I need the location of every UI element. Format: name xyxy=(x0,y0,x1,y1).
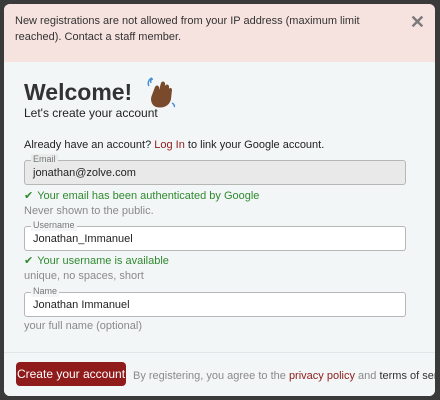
check-icon: ✔ xyxy=(24,255,34,267)
email-value: jonathan@zolve.com xyxy=(33,167,136,179)
page-title: Welcome! xyxy=(24,79,133,105)
email-label: Email xyxy=(31,154,58,165)
ip-limit-alert: New registrations are not allowed from y… xyxy=(4,4,435,62)
name-value: Jonathan Immanuel xyxy=(33,299,130,311)
email-hint: Never shown to the public. xyxy=(24,205,154,217)
terms-and: and xyxy=(358,370,377,382)
name-hint: your full name (optional) xyxy=(24,320,143,332)
check-icon: ✔ xyxy=(24,190,34,202)
terms-notice: By registering, you agree to the privacy… xyxy=(133,370,435,382)
waving-hand-icon xyxy=(147,77,176,108)
username-input[interactable]: Username Jonathan_Immanuel xyxy=(24,220,406,251)
privacy-policy-link[interactable]: privacy policy xyxy=(289,370,355,382)
login-suffix: to link your Google account. xyxy=(187,139,325,151)
email-status: ✔ Your email has been authenticated by Go… xyxy=(24,189,259,202)
page-subtitle: Let's create your account xyxy=(24,106,158,120)
email-field: Email jonathan@zolve.com xyxy=(24,154,406,185)
email-status-text: Your email has been authenticated by Goo… xyxy=(37,190,260,202)
terms-prefix: By registering, you agree to the xyxy=(133,370,286,382)
terms-of-service-link[interactable]: terms of service xyxy=(379,370,435,382)
username-status: ✔ Your username is available xyxy=(24,254,169,267)
login-link[interactable]: Log In xyxy=(154,139,185,151)
signup-dialog: New registrations are not allowed from y… xyxy=(4,4,435,396)
username-status-text: Your username is available xyxy=(37,255,169,267)
create-account-button[interactable]: Create your account xyxy=(16,362,126,386)
login-prefix: Already have an account? xyxy=(24,139,152,151)
name-label: Name xyxy=(31,286,60,297)
name-input[interactable]: Name Jonathan Immanuel xyxy=(24,286,406,317)
username-value: Jonathan_Immanuel xyxy=(33,233,133,245)
username-hint: unique, no spaces, short xyxy=(24,270,144,282)
alert-message: New registrations are not allowed from y… xyxy=(15,15,360,43)
login-prompt: Already have an account? Log In to link … xyxy=(24,139,324,151)
username-label: Username xyxy=(31,220,77,231)
close-icon[interactable]: ✕ xyxy=(410,13,425,31)
